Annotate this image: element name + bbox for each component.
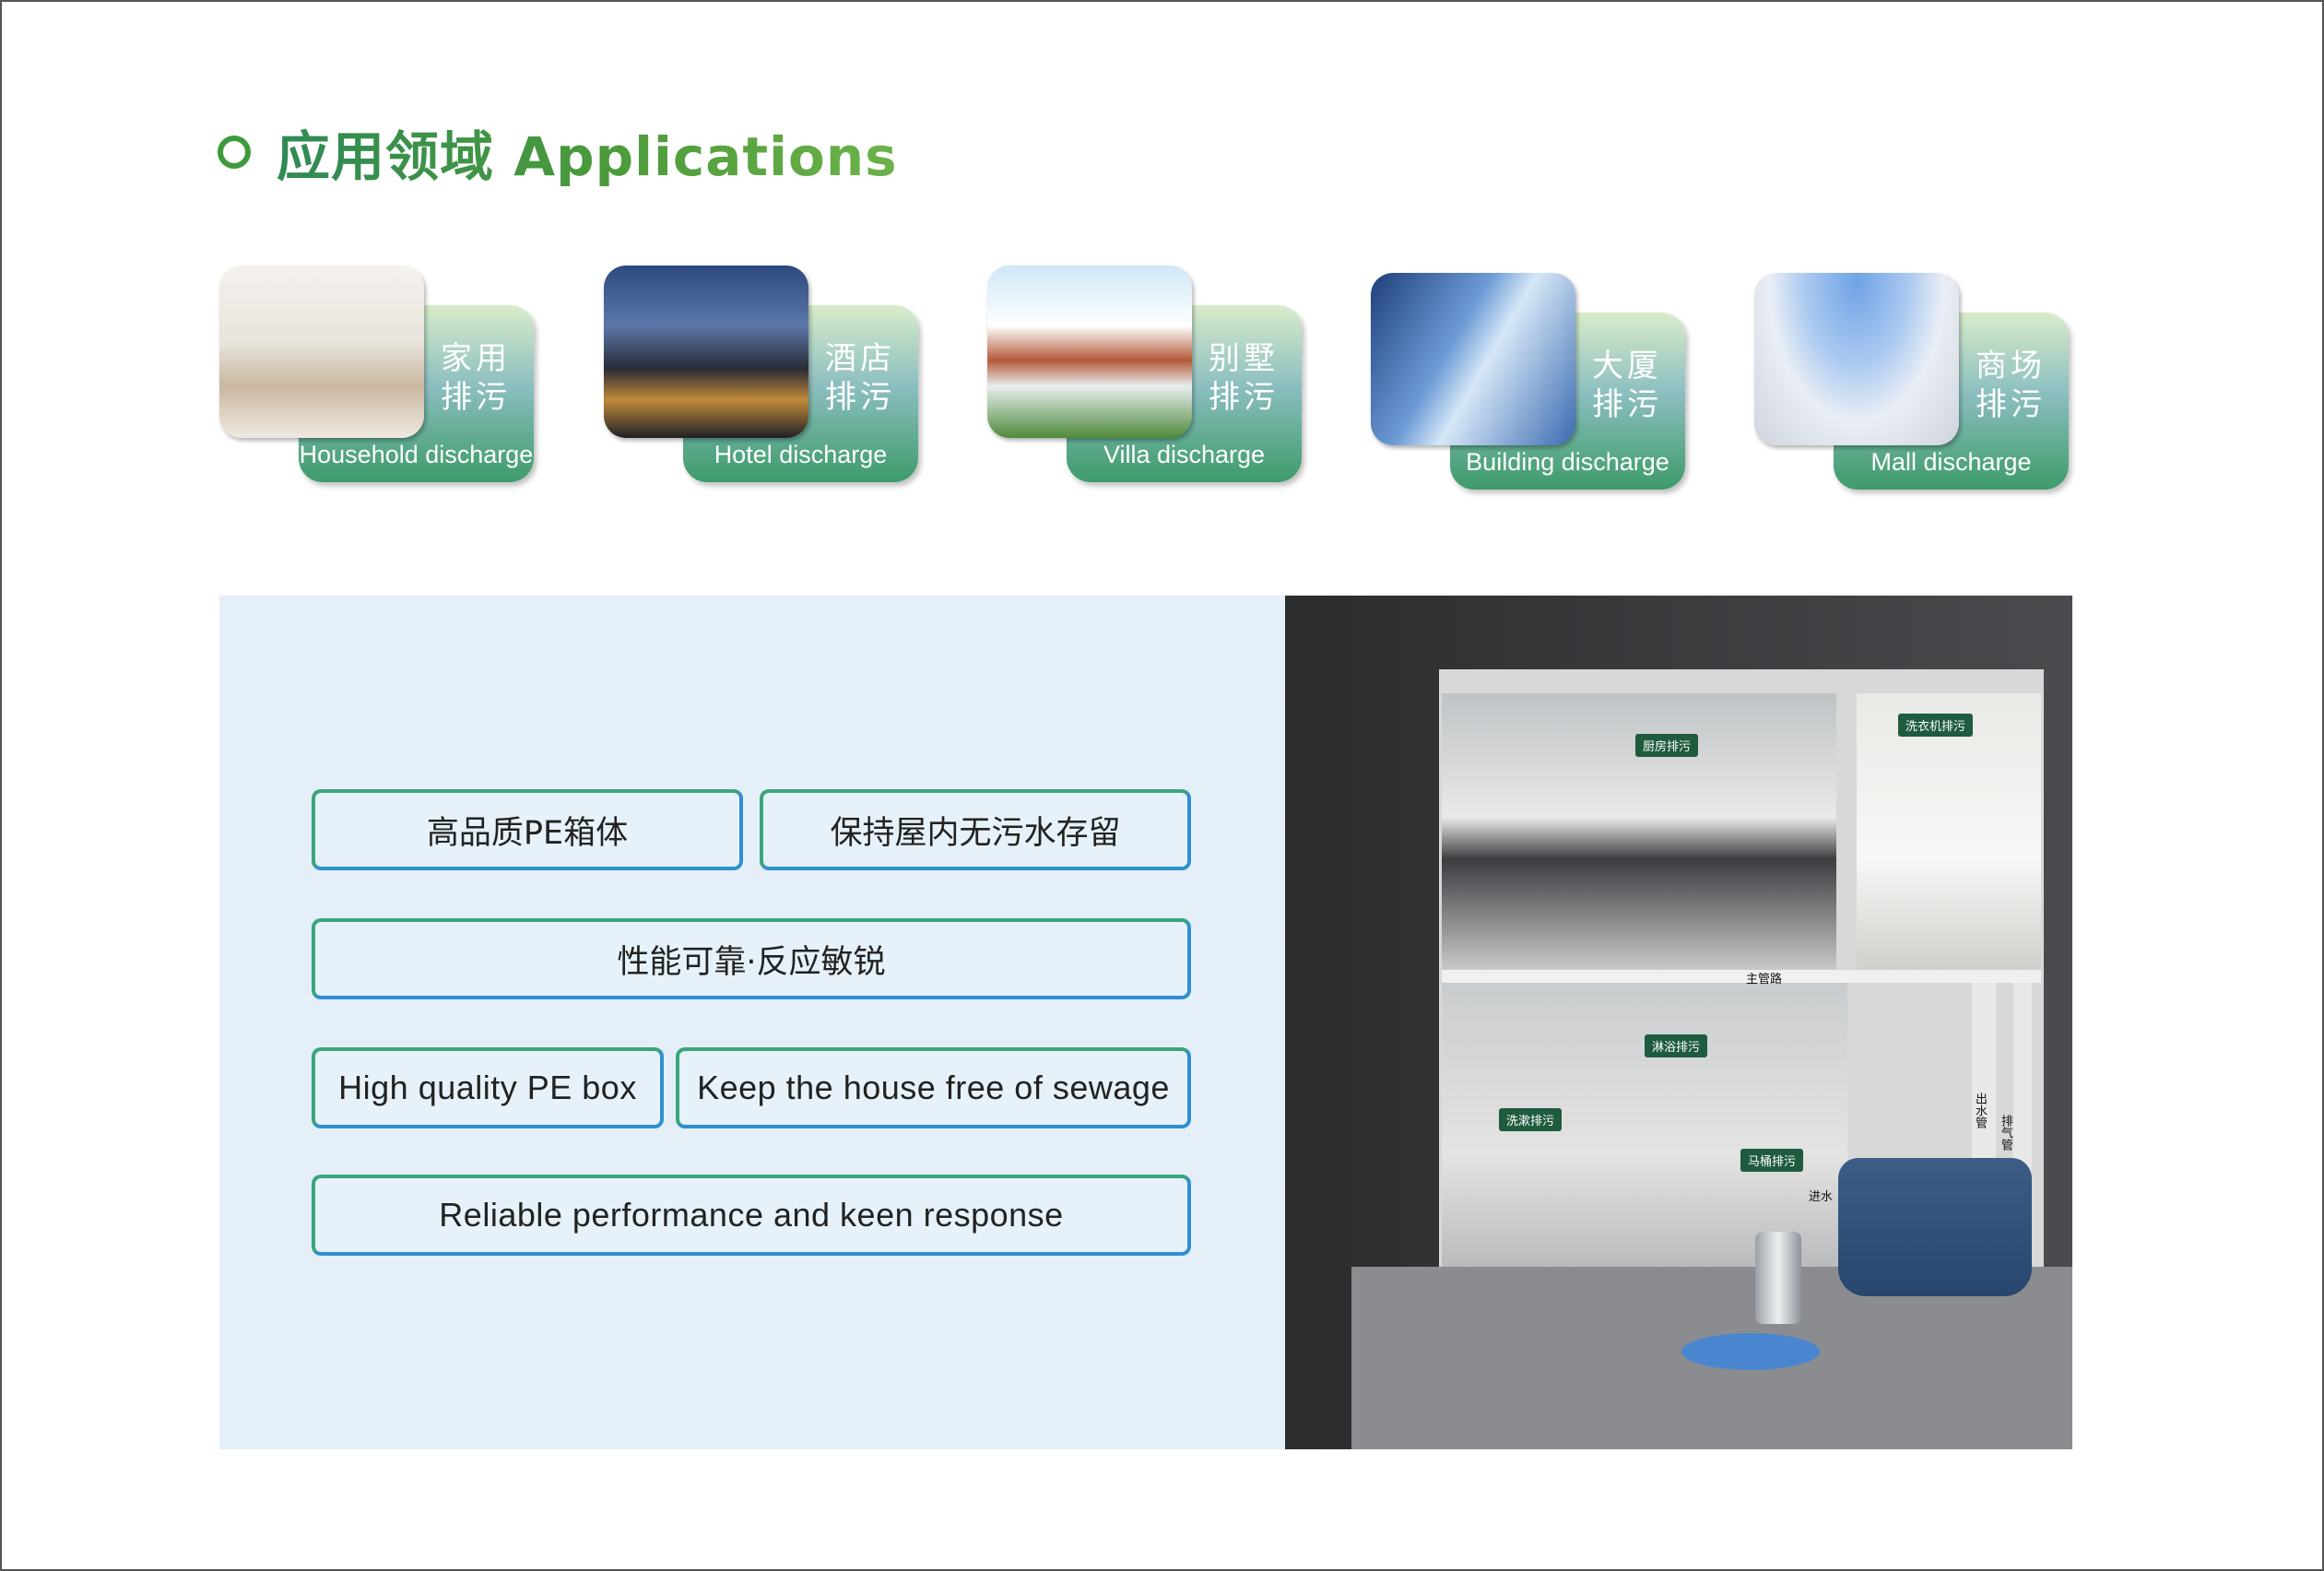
card-label-cn: 大厦 排污 <box>1592 348 1662 423</box>
tag-toilet: 马桶排污 <box>1740 1149 1804 1172</box>
application-card-building[interactable]: 大厦 排污 Building discharge <box>1371 273 1689 494</box>
submersible-pump <box>1755 1232 1801 1324</box>
tag-vent: 排气管 <box>1999 1115 2012 1151</box>
lifting-station-tank <box>1838 1158 2032 1296</box>
tag-shower: 淋浴排污 <box>1645 1034 1708 1057</box>
water-puddle <box>1681 1333 1820 1370</box>
feature-pill-no-sewage-cn: 保持屋内无污水存留 <box>760 789 1191 870</box>
features-panel <box>219 596 1285 1449</box>
tag-inlet: 进水 <box>1809 1190 1834 1204</box>
card-label-en: Villa discharge <box>1103 441 1266 468</box>
section-title: 应用领域 Applications <box>277 113 898 191</box>
card-label-cn: 家用 排污 <box>441 340 511 416</box>
feature-pill-performance-en: Reliable performance and keen response <box>312 1175 1191 1256</box>
card-label-en: Household discharge <box>299 441 534 468</box>
hotel-photo <box>604 266 808 438</box>
card-label-en: Hotel discharge <box>714 441 888 468</box>
application-card-household[interactable]: 家用 排污 Household discharge <box>219 266 537 487</box>
tag-sink: 洗漱排污 <box>1499 1108 1563 1131</box>
mall-photo <box>1754 273 1959 445</box>
application-card-villa[interactable]: 别墅 排污 Villa discharge <box>987 266 1305 487</box>
feature-pill-performance-cn: 性能可靠·反应敏锐 <box>312 918 1191 999</box>
feature-pill-no-sewage-en: Keep the house free of sewage <box>676 1047 1191 1128</box>
feature-pill-pe-box-cn: 高品质PE箱体 <box>312 789 743 870</box>
application-card-hotel[interactable]: 酒店 排污 Hotel discharge <box>604 266 922 487</box>
villa-photo <box>987 266 1192 438</box>
circle-bullet-icon <box>218 136 251 169</box>
section-header: 应用领域 Applications <box>218 111 898 194</box>
card-label-cn: 别墅 排污 <box>1209 340 1279 416</box>
tag-kitchen: 厨房排污 <box>1635 734 1699 757</box>
tag-main-pipe: 主管路 <box>1746 973 1783 986</box>
card-label-en: Building discharge <box>1466 448 1669 476</box>
household-photo <box>219 266 424 438</box>
card-label-cn: 酒店 排污 <box>825 340 895 416</box>
installation-illustration: 厨房排污 洗衣机排污 主管路 淋浴排污 洗漱排污 马桶排污 进水 出水管 排气管 <box>1285 596 2072 1449</box>
card-label-en: Mall discharge <box>1870 448 2032 476</box>
building-photo <box>1371 273 1575 445</box>
feature-pill-pe-box-en: High quality PE box <box>312 1047 664 1128</box>
application-card-mall[interactable]: 商场 排污 Mall discharge <box>1754 273 2072 494</box>
card-label-cn: 商场 排污 <box>1976 348 2046 423</box>
tag-washer: 洗衣机排污 <box>1898 714 1974 737</box>
main-pipe <box>1442 970 2041 983</box>
